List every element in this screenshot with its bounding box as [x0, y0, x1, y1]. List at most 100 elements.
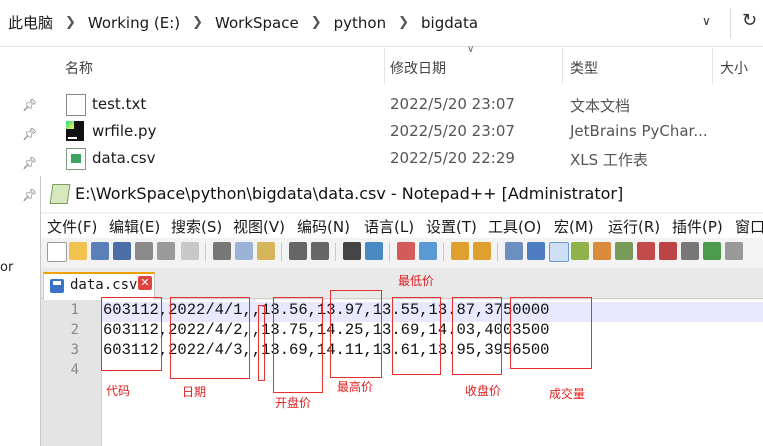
play-macro-icon[interactable] [703, 242, 721, 260]
menu-settings[interactable]: 设置(T) [426, 216, 477, 237]
function-list-icon[interactable] [593, 242, 611, 260]
menu-plugins[interactable]: 插件(P) [672, 216, 723, 237]
folder-workspace-icon[interactable] [615, 242, 633, 260]
text-file-icon [66, 94, 86, 116]
new-file-icon[interactable] [47, 242, 67, 262]
close-file-icon[interactable] [135, 242, 153, 260]
find-icon[interactable] [343, 242, 361, 260]
toolbar [41, 238, 763, 266]
address-bar[interactable]: 此电脑 ❯ Working (E:) ❯ WorkSpace ❯ python … [0, 0, 763, 47]
menu-edit[interactable]: 编辑(E) [109, 216, 160, 237]
menu-bar: 文件(F) 编辑(E) 搜索(S) 视图(V) 编码(N) 语言(L) 设置(T… [41, 214, 763, 238]
file-row-data-csv[interactable]: data.csv 2022/5/20 22:29 XLS 工作表 [60, 145, 763, 171]
stop-macro-icon[interactable] [681, 242, 699, 260]
breadcrumb-item-workspace[interactable]: WorkSpace [215, 14, 299, 32]
column-header-row: 名称 修改日期 类型 大小 [50, 52, 763, 82]
file-date: 2022/5/20 23:07 [390, 95, 515, 113]
zoom-in-icon[interactable] [397, 242, 415, 260]
close-all-icon[interactable] [157, 242, 175, 260]
menu-tools[interactable]: 工具(O) [488, 216, 542, 237]
annotation-box-close [452, 297, 502, 375]
replace-icon[interactable] [365, 242, 383, 260]
menu-file[interactable]: 文件(F) [47, 216, 97, 237]
menu-window[interactable]: 窗口 [735, 216, 763, 237]
annotation-box-open [273, 297, 323, 393]
file-row-test-txt[interactable]: test.txt 2022/5/20 23:07 文本文档 [60, 91, 763, 117]
file-name: test.txt [92, 95, 147, 113]
pin-icon[interactable]: 📌︎ [22, 98, 37, 112]
breadcrumb-item-python[interactable]: python [334, 14, 386, 32]
title-bar[interactable]: E:\WorkSpace\python\bigdata\data.csv - N… [41, 176, 763, 212]
address-history-chevron-icon[interactable]: ∨ [702, 14, 711, 28]
column-header-date[interactable]: 修改日期 [390, 58, 446, 78]
undo-icon[interactable] [289, 242, 307, 260]
column-divider[interactable] [562, 48, 563, 84]
column-divider[interactable] [384, 48, 385, 84]
close-tab-icon[interactable]: ✕ [138, 276, 152, 290]
monitoring-icon[interactable] [637, 242, 655, 260]
sync-horizontal-icon[interactable] [473, 242, 491, 260]
file-date: 2022/5/20 23:07 [390, 122, 515, 140]
chevron-right-icon[interactable]: ❯ [65, 15, 76, 30]
annotation-label-code: 代码 [106, 384, 131, 398]
file-date: 2022/5/20 22:29 [390, 149, 515, 167]
open-file-icon[interactable] [69, 242, 87, 260]
file-name: wrfile.py [92, 122, 157, 140]
column-header-name[interactable]: 名称 [65, 58, 93, 78]
menu-macro[interactable]: 宏(M) [554, 216, 594, 237]
menu-language[interactable]: 语言(L) [364, 216, 414, 237]
file-type: XLS 工作表 [570, 151, 648, 169]
paste-icon[interactable] [257, 242, 275, 260]
chevron-right-icon[interactable]: ❯ [192, 15, 203, 30]
breadcrumb: 此电脑 ❯ Working (E:) ❯ WorkSpace ❯ python … [8, 12, 478, 33]
file-name: data.csv [92, 149, 156, 167]
line-number: 2 [70, 322, 79, 338]
cut-icon[interactable] [213, 242, 231, 260]
annotation-label-date: 日期 [182, 385, 207, 399]
divider [730, 8, 731, 38]
breadcrumb-item-this-pc[interactable]: 此电脑 [8, 12, 53, 33]
breadcrumb-item-drive[interactable]: Working (E:) [88, 14, 180, 32]
line-number: 1 [70, 302, 79, 318]
toolbar-separator [389, 243, 390, 261]
pin-icon[interactable]: 📌︎ [22, 156, 37, 170]
file-type: 文本文档 [570, 97, 631, 115]
chevron-right-icon[interactable]: ❯ [311, 15, 322, 30]
word-wrap-icon[interactable] [505, 242, 523, 260]
run-macro-multiple-icon[interactable] [725, 242, 743, 260]
toolbar-separator [281, 243, 282, 261]
file-row-wrfile-py[interactable]: wrfile.py 2022/5/20 23:07 JetBrains PyCh… [60, 118, 763, 144]
annotation-box-volume [510, 297, 592, 369]
show-all-characters-icon[interactable] [527, 242, 545, 260]
record-macro-icon[interactable] [659, 242, 677, 260]
pin-icon[interactable]: 📌︎ [22, 188, 37, 202]
chevron-right-icon[interactable]: ❯ [398, 15, 409, 30]
annotation-label-high: 最高价 [337, 380, 374, 394]
redo-icon[interactable] [311, 242, 329, 260]
column-header-type[interactable]: 类型 [570, 58, 598, 78]
pin-icon[interactable]: 📌︎ [22, 127, 37, 141]
annotation-box-date [170, 297, 250, 379]
print-icon[interactable] [181, 242, 199, 260]
zoom-out-icon[interactable] [419, 242, 437, 260]
line-number-gutter: 1 2 3 4 [41, 300, 102, 446]
column-divider[interactable] [712, 48, 713, 84]
tab-data-csv[interactable]: data.csv ✕ [43, 272, 155, 300]
menu-search[interactable]: 搜索(S) [171, 216, 222, 237]
tab-label: data.csv [70, 277, 138, 293]
annotation-label-open: 开盘价 [275, 396, 312, 410]
sync-vertical-icon[interactable] [451, 242, 469, 260]
indent-guide-icon[interactable] [549, 242, 569, 262]
save-icon[interactable] [91, 242, 109, 260]
menu-view[interactable]: 视图(V) [233, 216, 285, 237]
menu-run[interactable]: 运行(R) [608, 216, 660, 237]
toolbar-separator [335, 243, 336, 261]
copy-icon[interactable] [235, 242, 253, 260]
breadcrumb-item-bigdata[interactable]: bigdata [421, 14, 478, 32]
annotation-box-low [392, 297, 441, 375]
refresh-icon[interactable]: ↻ [742, 10, 757, 31]
document-map-icon[interactable] [571, 242, 589, 260]
save-all-icon[interactable] [113, 242, 131, 260]
menu-encoding[interactable]: 编码(N) [297, 216, 350, 237]
column-header-size[interactable]: 大小 [720, 58, 748, 78]
